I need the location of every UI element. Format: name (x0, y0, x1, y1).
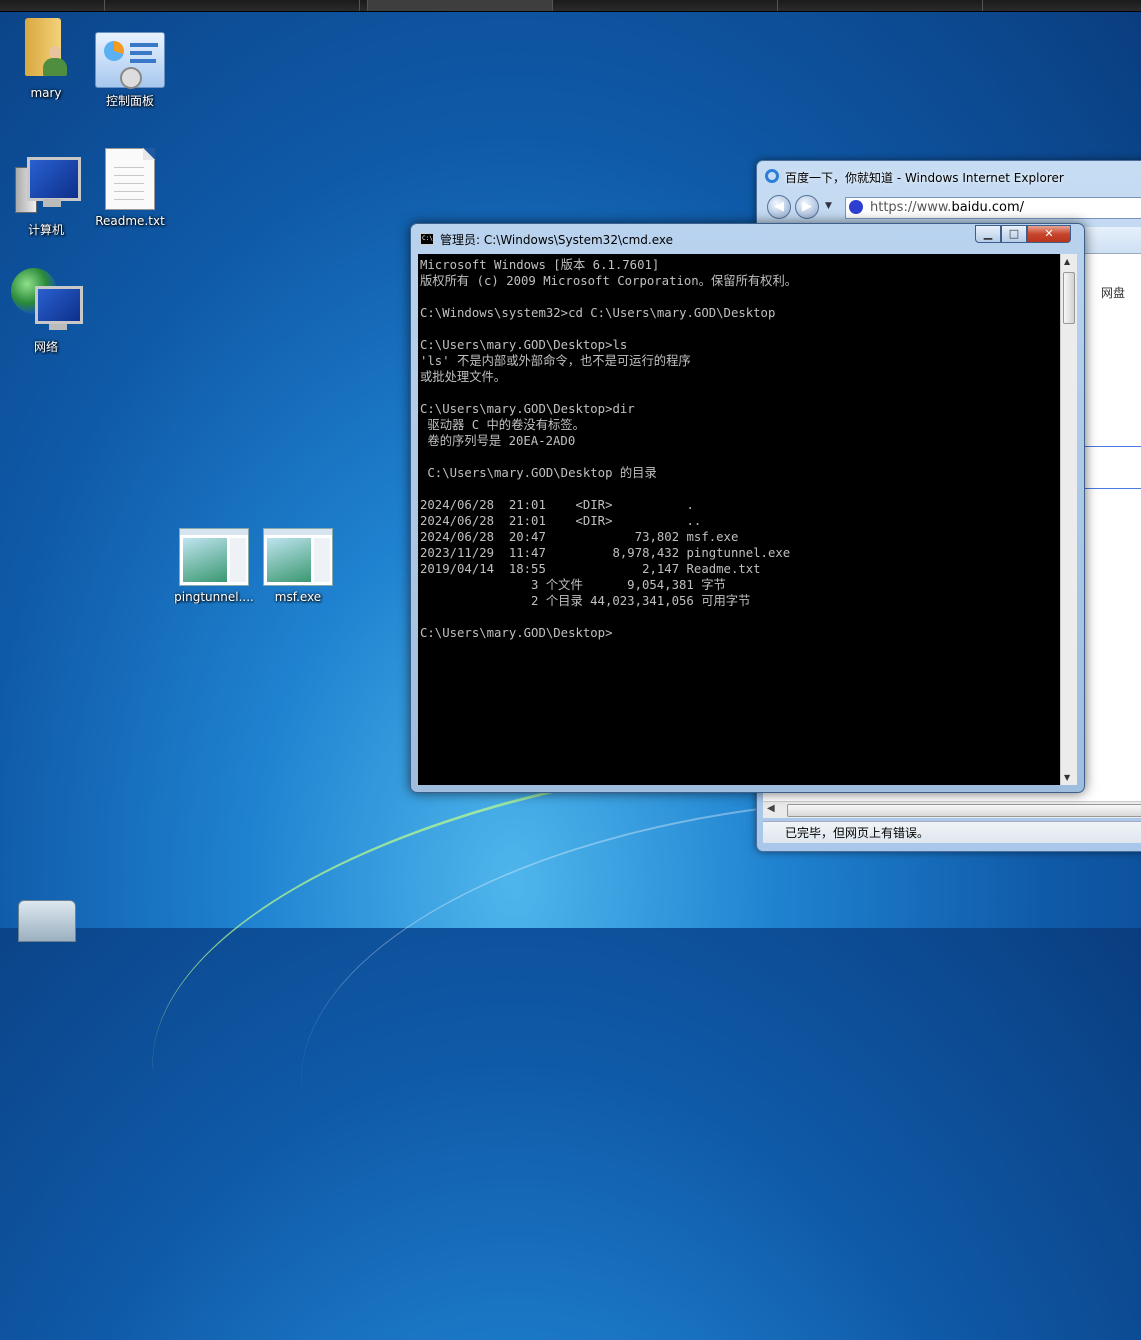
desktop-icon-readme[interactable]: Readme.txt (90, 148, 170, 228)
desktop-icon-control-panel[interactable]: 控制面板 (90, 32, 170, 109)
scroll-left-icon[interactable]: ◀ (767, 803, 775, 814)
page-link-pan[interactable]: 网盘 (1101, 284, 1125, 301)
back-button[interactable]: ◀ (767, 195, 791, 219)
taskbar-button-5[interactable] (778, 0, 983, 11)
desktop-icon-label: msf.exe (274, 590, 322, 604)
maximize-button[interactable]: □ (1001, 225, 1027, 243)
window-controls: ▁ □ ✕ (975, 225, 1071, 243)
desktop-icon-computer[interactable]: 计算机 (6, 155, 86, 238)
scroll-thumb[interactable] (787, 804, 1141, 817)
page-divider (1083, 446, 1141, 447)
desktop-icon-label: pingtunnel.... (174, 590, 254, 604)
desktop-icon-pingtunnel[interactable]: pingtunnel.... (174, 528, 254, 604)
cmd-window-title: 管理员: C:\Windows\System32\cmd.exe (440, 233, 673, 247)
taskbar-button-1[interactable] (0, 0, 105, 11)
taskbar-button-4[interactable] (553, 0, 778, 11)
console-text: Microsoft Windows [版本 6.1.7601] 版权所有 (c)… (420, 258, 798, 640)
forward-button[interactable]: ▶ (795, 195, 819, 219)
text-file-icon (105, 148, 155, 210)
desktop-icon-msf[interactable]: msf.exe (258, 528, 338, 604)
cmd-window[interactable]: C:\ 管理员: C:\Windows\System32\cmd.exe ▁ □… (410, 223, 1085, 793)
exe-file-icon (263, 528, 333, 586)
desktop-icon-label: mary (30, 86, 62, 100)
taskbar-button-3[interactable] (368, 0, 553, 11)
scroll-down-icon[interactable]: ▼ (1064, 773, 1070, 782)
scroll-up-icon[interactable]: ▲ (1064, 257, 1070, 266)
computer-icon (13, 155, 81, 217)
close-button[interactable]: ✕ (1027, 225, 1071, 243)
minimize-button[interactable]: ▁ (975, 225, 1001, 243)
horizontal-scrollbar[interactable]: ◀ (763, 801, 1141, 818)
taskbar-separator (360, 0, 368, 11)
network-icon (11, 268, 83, 334)
status-bar: 已完毕，但网页上有错误。 (763, 821, 1141, 843)
console-output-area[interactable]: Microsoft Windows [版本 6.1.7601] 版权所有 (c)… (418, 254, 1060, 785)
user-folder-icon (21, 16, 71, 82)
control-panel-icon (95, 32, 165, 89)
taskbar-button-2[interactable] (105, 0, 360, 11)
exe-file-icon (179, 528, 249, 586)
page-divider (1083, 488, 1141, 489)
desktop-icon-label: 控制面板 (105, 94, 154, 108)
baidu-favicon-icon (849, 200, 863, 214)
cmd-icon[interactable]: C:\ (420, 233, 434, 245)
vertical-scrollbar[interactable]: ▲ ▼ (1060, 254, 1077, 785)
desktop-icon-network[interactable]: 网络 (6, 268, 86, 355)
top-taskbar (0, 0, 1141, 12)
address-protocol: https://www. (870, 200, 952, 215)
address-bar[interactable]: https://www.baidu.com/ (845, 197, 1141, 219)
desktop-icon-label: Readme.txt (95, 214, 165, 228)
scroll-thumb[interactable] (1063, 272, 1075, 324)
desktop-icon-label: 网络 (33, 340, 58, 354)
ie-logo-icon (765, 169, 779, 183)
history-dropdown-icon[interactable]: ▼ (825, 201, 832, 211)
desktop-icon-mary[interactable]: mary (6, 16, 86, 100)
recycle-bin-icon[interactable] (18, 900, 76, 942)
desktop-icon-label: 计算机 (27, 223, 64, 237)
address-host: baidu.com/ (951, 200, 1025, 215)
ie-window-title: 百度一下，你就知道 - Windows Internet Explorer (785, 171, 1064, 185)
